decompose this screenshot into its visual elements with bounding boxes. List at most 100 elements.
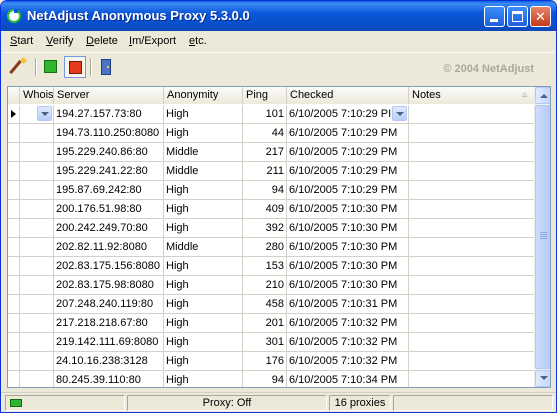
row-indicator[interactable] [8, 352, 20, 371]
cell-notes[interactable] [409, 238, 536, 257]
cell-server[interactable]: 194.27.157.73:80 [54, 105, 164, 124]
verify-all-button[interactable] [9, 56, 31, 78]
cell-checked[interactable]: 6/10/2005 7:10:29 PM [287, 143, 409, 162]
cell-whois[interactable] [20, 314, 54, 333]
row-indicator[interactable] [8, 314, 20, 333]
cell-anonymity[interactable]: High [164, 181, 243, 200]
cell-notes[interactable] [409, 352, 536, 371]
column-header-checked[interactable]: Checked [287, 87, 409, 104]
exit-button[interactable] [95, 56, 117, 78]
row-indicator[interactable] [8, 219, 20, 238]
row-indicator[interactable] [8, 124, 20, 143]
cell-server[interactable]: 202.83.175.156:8080 [54, 257, 164, 276]
cell-whois[interactable] [20, 295, 54, 314]
table-row[interactable]: 195.87.69.242:80 High 94 6/10/2005 7:10:29 … [8, 181, 536, 200]
cell-whois[interactable] [20, 371, 54, 387]
cell-checked[interactable]: 6/10/2005 7:10:30 PM [287, 238, 409, 257]
cell-ping[interactable]: 101 [243, 105, 287, 124]
cell-checked[interactable]: 6/10/2005 7:10:32 PM [287, 314, 409, 333]
row-indicator[interactable] [8, 200, 20, 219]
minimize-button[interactable] [484, 6, 505, 27]
cell-ping[interactable]: 210 [243, 276, 287, 295]
table-row[interactable]: 200.176.51.98:80 High 409 6/10/2005 7:10:30… [8, 200, 536, 219]
proxy-grid[interactable]: Whois Server Anonymity Ping Checked Note… [7, 86, 551, 388]
cell-server[interactable]: 195.229.241.22:80 [54, 162, 164, 181]
cell-server[interactable]: 24.10.16.238:3128 [54, 352, 164, 371]
cell-ping[interactable]: 458 [243, 295, 287, 314]
cell-whois[interactable] [20, 219, 54, 238]
menu-im-export[interactable]: Im/Export [129, 35, 176, 47]
cell-notes[interactable] [409, 162, 536, 181]
column-header-anonymity[interactable]: Anonymity [164, 87, 243, 104]
cell-notes[interactable] [409, 371, 536, 387]
cell-anonymity[interactable]: High [164, 333, 243, 352]
row-indicator[interactable] [8, 181, 20, 200]
cell-whois[interactable] [20, 143, 54, 162]
column-header-notes[interactable]: Notes ▵ [409, 87, 536, 104]
cell-ping[interactable]: 301 [243, 333, 287, 352]
cell-whois[interactable] [20, 105, 54, 124]
cell-notes[interactable] [409, 200, 536, 219]
close-button[interactable]: ✕ [530, 6, 551, 27]
column-header-whois[interactable]: Whois [20, 87, 54, 104]
cell-ping[interactable]: 211 [243, 162, 287, 181]
cell-notes[interactable] [409, 143, 536, 162]
cell-checked[interactable]: 6/10/2005 7:10:30 PM [287, 276, 409, 295]
menu-delete[interactable]: Delete [86, 35, 118, 47]
stop-button[interactable] [64, 56, 86, 78]
table-row[interactable]: 194.27.157.73:80 High 101 6/10/2005 7:10:29… [8, 105, 536, 124]
cell-notes[interactable] [409, 295, 536, 314]
table-row[interactable]: 217.218.218.67:80 High 201 6/10/2005 7:10:3… [8, 314, 536, 333]
cell-ping[interactable]: 44 [243, 124, 287, 143]
column-header-ping[interactable]: Ping [243, 87, 287, 104]
row-indicator[interactable] [8, 276, 20, 295]
cell-notes[interactable] [409, 105, 536, 124]
cell-server[interactable]: 219.142.111.69:8080 [54, 333, 164, 352]
table-row[interactable]: 194.73.110.250:8080 High 44 6/10/2005 7:10:… [8, 124, 536, 143]
cell-ping[interactable]: 280 [243, 238, 287, 257]
cell-notes[interactable] [409, 124, 536, 143]
cell-anonymity[interactable]: Middle [164, 162, 243, 181]
table-row[interactable]: 80.245.39.110:80 High 94 6/10/2005 7:10:34 … [8, 371, 536, 387]
title-bar[interactable]: NetAdjust Anonymous Proxy 5.3.0.0 ✕ [1, 1, 556, 31]
cell-anonymity[interactable]: High [164, 219, 243, 238]
cell-ping[interactable]: 94 [243, 371, 287, 387]
menu-start[interactable]: Start [10, 35, 33, 47]
scroll-down-button[interactable] [535, 370, 550, 387]
cell-notes[interactable] [409, 257, 536, 276]
cell-anonymity[interactable]: High [164, 257, 243, 276]
table-row[interactable]: 200.242.249.70:80 High 392 6/10/2005 7:10:3… [8, 219, 536, 238]
cell-server[interactable]: 207.248.240.119:80 [54, 295, 164, 314]
cell-whois[interactable] [20, 257, 54, 276]
cell-notes[interactable] [409, 333, 536, 352]
cell-checked[interactable]: 6/10/2005 7:10:29 PM [287, 181, 409, 200]
menu-etc[interactable]: etc. [189, 35, 207, 47]
cell-whois[interactable] [20, 124, 54, 143]
cell-server[interactable]: 194.73.110.250:8080 [54, 124, 164, 143]
cell-anonymity[interactable]: High [164, 200, 243, 219]
cell-anonymity[interactable]: Middle [164, 238, 243, 257]
menu-verify[interactable]: Verify [46, 35, 74, 47]
cell-checked[interactable]: 6/10/2005 7:10:34 PM [287, 371, 409, 387]
table-row[interactable]: 202.83.175.98:8080 High 210 6/10/2005 7:10:… [8, 276, 536, 295]
cell-ping[interactable]: 201 [243, 314, 287, 333]
row-indicator[interactable] [8, 238, 20, 257]
cell-notes[interactable] [409, 181, 536, 200]
cell-anonymity[interactable]: High [164, 352, 243, 371]
cell-checked[interactable]: 6/10/2005 7:10:29 PM [287, 162, 409, 181]
cell-server[interactable]: 202.82.11.92:8080 [54, 238, 164, 257]
checked-dropdown-button[interactable] [392, 106, 407, 121]
whois-dropdown-button[interactable] [37, 106, 52, 121]
start-button[interactable] [40, 56, 62, 78]
cell-ping[interactable]: 392 [243, 219, 287, 238]
cell-checked[interactable]: 6/10/2005 7:10:30 PM [287, 200, 409, 219]
cell-whois[interactable] [20, 200, 54, 219]
row-indicator[interactable] [8, 371, 20, 387]
row-indicator[interactable] [8, 333, 20, 352]
cell-notes[interactable] [409, 276, 536, 295]
cell-checked[interactable]: 6/10/2005 7:10:32 PM [287, 352, 409, 371]
cell-anonymity[interactable]: High [164, 124, 243, 143]
cell-server[interactable]: 80.245.39.110:80 [54, 371, 164, 387]
row-indicator[interactable] [8, 162, 20, 181]
cell-ping[interactable]: 153 [243, 257, 287, 276]
